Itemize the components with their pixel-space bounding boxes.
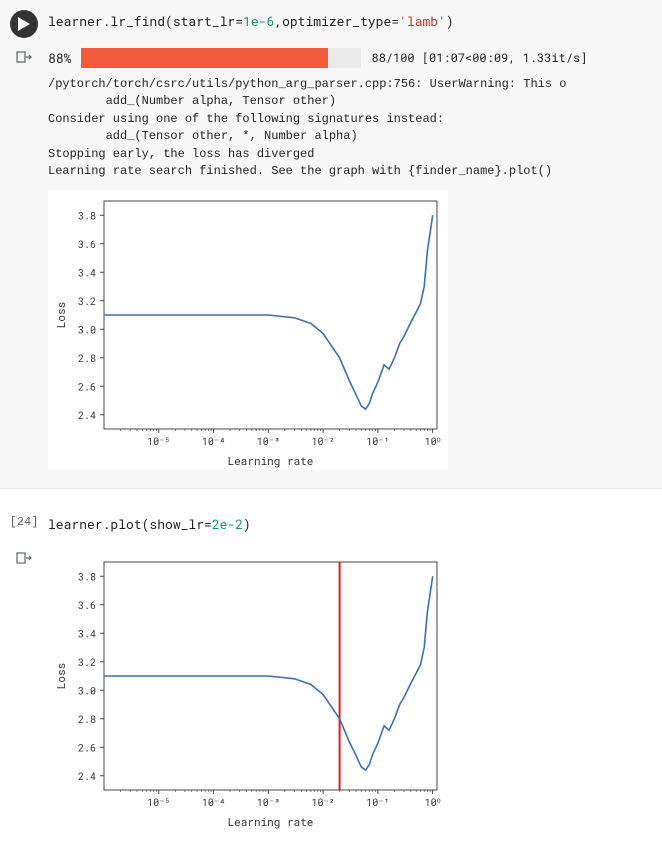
code-cell-2: [24] learner.plot(show_lr=2e-2) 2.42.62.… [0,503,662,849]
svg-text:Learning rate: Learning rate [228,814,314,829]
svg-text:Learning rate: Learning rate [228,453,314,468]
svg-text:3.0: 3.0 [78,324,96,337]
svg-text:10⁻⁴: 10⁻⁴ [202,796,225,809]
lr-loss-chart: 2.4 2.6 2.8 3.0 3.2 3.4 3.6 3.8 10⁻⁵ 10⁻⁴ 10⁻³ 10⁻²… [48,190,448,470]
svg-text:2.4: 2.4 [78,409,96,422]
code-cell-1: learner.lr_find(start_lr=1e-6,optimizer_… [0,0,662,489]
svg-text:2.6: 2.6 [78,742,96,755]
output-indicator-icon[interactable] [15,549,33,567]
svg-text:3.2: 3.2 [78,656,96,669]
svg-text:10⁻²: 10⁻² [311,796,334,809]
svg-text:10⁻²: 10⁻² [311,435,334,448]
svg-text:3.4: 3.4 [78,267,96,280]
code-input[interactable]: learner.lr_find(start_lr=1e-6,optimizer_… [48,6,654,36]
lr-loss-chart-vline: 2.4 2.6 2.8 3.0 3.2 3.4 3.6 3.8 10⁻⁵ 10⁻⁴ 10⁻³ 10⁻²… [48,551,448,831]
progress-bar [81,48,361,68]
svg-text:3.4: 3.4 [78,628,96,641]
svg-text:10⁻⁴: 10⁻⁴ [202,435,225,448]
svg-text:10⁻³: 10⁻³ [257,435,280,448]
svg-text:Loss: Loss [53,663,68,689]
progress-pct: 88% [48,49,71,67]
collapse-output-icon [16,550,32,566]
collapse-output-icon [16,49,32,65]
svg-text:Loss: Loss [53,302,68,328]
play-icon [18,17,30,31]
svg-text:3.6: 3.6 [78,599,96,612]
svg-text:2.8: 2.8 [78,352,96,365]
svg-text:10⁰: 10⁰ [425,435,441,448]
progress-fill [81,48,327,68]
svg-text:3.0: 3.0 [78,685,96,698]
svg-text:10⁻⁵: 10⁻⁵ [147,435,170,448]
svg-text:10⁻¹: 10⁻¹ [366,796,389,809]
progress-text: 88/100 [01:07<00:09, 1.33it/s] [371,50,587,66]
svg-text:10⁻⁵: 10⁻⁵ [147,796,170,809]
svg-text:2.8: 2.8 [78,713,96,726]
svg-text:2.4: 2.4 [78,770,96,783]
svg-text:3.2: 3.2 [78,295,96,308]
cell-number: [24] [10,513,39,529]
svg-text:10⁻¹: 10⁻¹ [366,435,389,448]
svg-text:3.8: 3.8 [78,571,96,584]
output-indicator-icon[interactable] [15,48,33,66]
svg-text:3.6: 3.6 [78,238,96,251]
stdout-text: /pytorch/torch/csrc/utils/python_arg_par… [48,72,654,184]
svg-text:10⁰: 10⁰ [425,796,441,809]
run-button[interactable] [10,10,38,38]
svg-text:2.6: 2.6 [78,381,96,394]
code-input[interactable]: learner.plot(show_lr=2e-2) [48,509,654,539]
progress-row: 88% 88/100 [01:07<00:09, 1.33it/s] [48,44,654,72]
svg-text:3.8: 3.8 [78,210,96,223]
svg-text:10⁻³: 10⁻³ [257,796,280,809]
